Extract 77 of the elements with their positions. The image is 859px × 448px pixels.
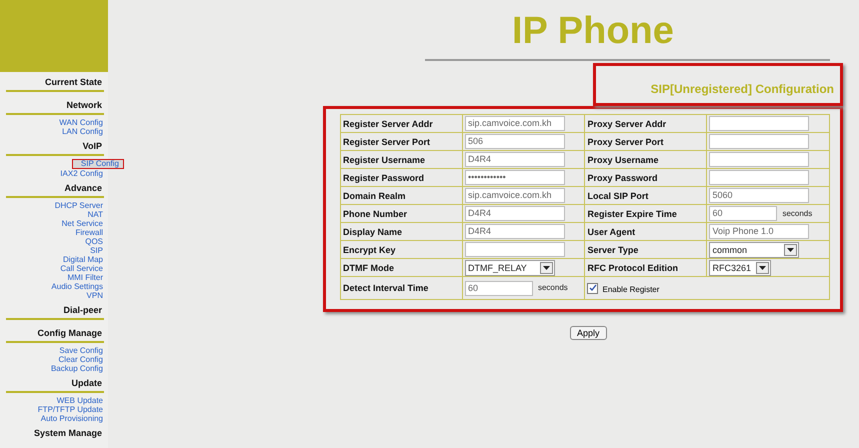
unit-label: seconds	[538, 283, 568, 292]
field-label: Register Username	[343, 154, 426, 164]
nav-link[interactable]: FTP/TFTP Update	[36, 405, 104, 414]
nav-link[interactable]: Net Service	[60, 219, 104, 228]
field-label: Register Server Addr	[343, 118, 433, 128]
field-label: Proxy Server Port	[587, 136, 664, 146]
input-field[interactable]: 60	[464, 280, 533, 296]
nav-link[interactable]: WEB Update	[56, 396, 104, 405]
nav-link[interactable]: MMI Filter	[66, 273, 104, 282]
field-label: Proxy Server Addr	[587, 118, 666, 128]
nav-link[interactable]: Backup Config	[50, 364, 104, 373]
checkbox[interactable]	[587, 282, 598, 294]
input-field[interactable]: sip.camvoice.com.kh	[464, 188, 565, 203]
nav-link[interactable]: QOS	[84, 237, 104, 246]
field-label: Detect Interval Time	[343, 283, 428, 293]
apply-button[interactable]: Apply	[570, 326, 607, 340]
nav-heading[interactable]: System Manage	[34, 428, 104, 438]
nav-link[interactable]: Auto Provisioning	[40, 414, 104, 423]
input-field[interactable]	[709, 116, 810, 131]
nav-heading[interactable]: Dial-peer	[63, 305, 104, 315]
input-field[interactable]: D4R4	[464, 206, 565, 221]
nav-link[interactable]: IAX2 Config	[59, 169, 104, 178]
input-field[interactable]: sip.camvoice.com.kh	[464, 116, 565, 131]
field-label: DTMF Mode	[343, 262, 394, 272]
nav-heading[interactable]: Update	[71, 378, 104, 388]
caret-icon	[759, 266, 766, 270]
nav-link[interactable]: Digital Map	[62, 255, 104, 264]
nav-link[interactable]: DHCP Server	[54, 201, 104, 210]
page-title: IP Phone	[512, 9, 675, 53]
field-label: Proxy Username	[587, 154, 659, 164]
nav-heading[interactable]: Network	[66, 100, 104, 110]
nav-heading[interactable]: VoIP	[82, 141, 104, 151]
field-label: Server Type	[587, 244, 638, 254]
field-label: User Agent	[587, 226, 636, 236]
input-field[interactable]	[709, 152, 810, 167]
nav-link[interactable]: LAN Config	[61, 127, 104, 136]
nav-heading[interactable]: Current State	[44, 77, 104, 87]
input-field[interactable]: D4R4	[464, 152, 565, 167]
field-label: Local SIP Port	[587, 190, 648, 200]
input-field[interactable]: 506	[464, 134, 565, 149]
nav-heading[interactable]: Config Manage	[38, 328, 104, 338]
field-label: Domain Realm	[343, 190, 406, 200]
dropdown[interactable]: common	[709, 242, 800, 258]
field-label: Proxy Password	[587, 172, 658, 182]
nav-heading[interactable]: Advance	[64, 183, 104, 193]
nav-link[interactable]: NAT	[86, 210, 104, 219]
password-field[interactable]: ••••••••••••	[464, 170, 565, 185]
field-label: Encrypt Key	[343, 244, 396, 254]
field-label: RFC Protocol Edition	[587, 262, 678, 272]
input-field[interactable]: D4R4	[464, 224, 565, 239]
section-title: SIP[Unregistered] Configuration	[650, 82, 835, 98]
input-field[interactable]	[464, 242, 565, 257]
input-field[interactable]: 60	[709, 206, 778, 221]
caret-icon	[542, 266, 550, 270]
input-field[interactable]: Voip Phone 1.0	[709, 224, 810, 239]
nav-link[interactable]: Audio Settings	[50, 282, 104, 291]
nav-link[interactable]: SIP	[89, 246, 104, 255]
dropdown[interactable]: DTMF_RELAY	[464, 260, 555, 276]
field-label: Register Server Port	[343, 136, 430, 146]
nav-link[interactable]: WAN Config	[58, 118, 104, 127]
nav-link[interactable]: Call Service	[59, 264, 104, 273]
nav-link[interactable]: SIP Config	[72, 159, 124, 169]
field-label: Phone Number	[343, 208, 408, 218]
nav-link[interactable]: VPN	[86, 291, 104, 300]
field-label: Display Name	[343, 226, 402, 236]
checkbox-label: Enable Register	[602, 284, 660, 294]
input-field[interactable]: 5060	[709, 188, 810, 203]
dropdown[interactable]: RFC3261	[709, 260, 772, 276]
nav-link[interactable]: Clear Config	[58, 355, 104, 364]
password-field[interactable]	[709, 170, 810, 185]
nav-link[interactable]: Save Config	[58, 346, 104, 355]
caret-icon	[787, 248, 794, 252]
nav-link[interactable]: Firewall	[74, 228, 104, 237]
field-label: Register Password	[343, 172, 424, 182]
input-field[interactable]	[709, 134, 810, 149]
field-label: Register Expire Time	[587, 208, 677, 218]
unit-label: seconds	[782, 208, 812, 218]
